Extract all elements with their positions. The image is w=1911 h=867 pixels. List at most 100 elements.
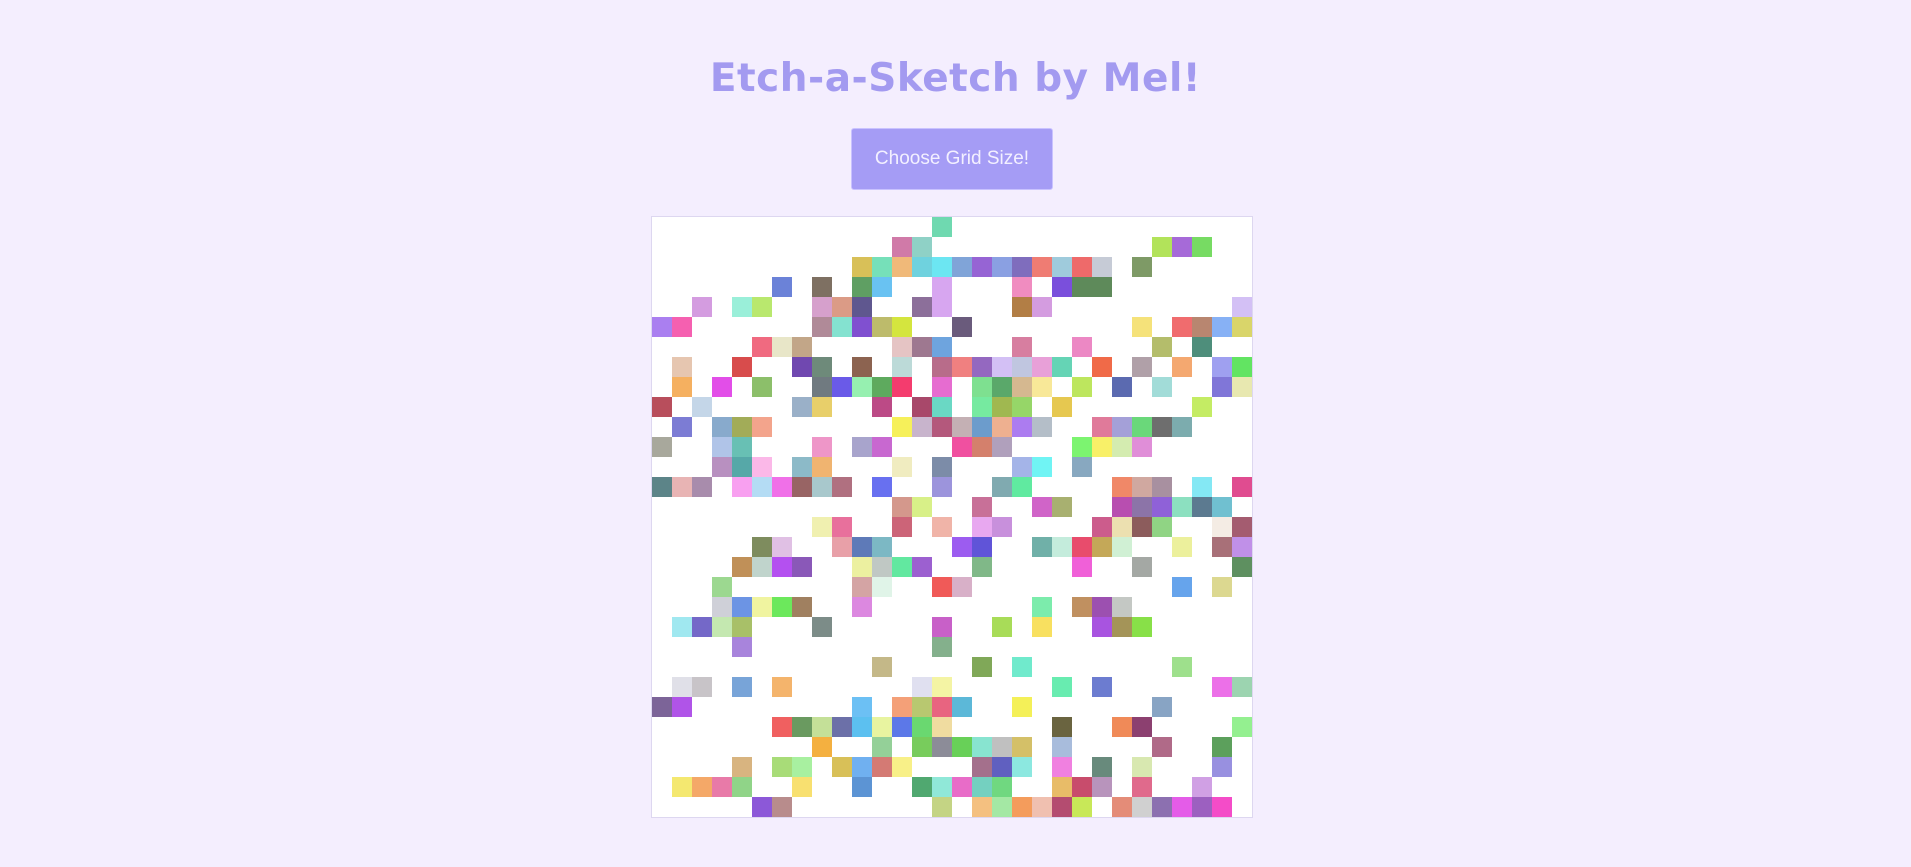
grid-cell[interactable]: [932, 317, 952, 337]
grid-cell[interactable]: [1172, 457, 1192, 477]
grid-cell[interactable]: [972, 297, 992, 317]
grid-cell[interactable]: [792, 417, 812, 437]
grid-cell[interactable]: [1152, 757, 1172, 777]
grid-cell[interactable]: [1112, 537, 1132, 557]
grid-cell[interactable]: [792, 277, 812, 297]
grid-cell[interactable]: [1092, 617, 1112, 637]
grid-cell[interactable]: [732, 397, 752, 417]
grid-cell[interactable]: [1172, 517, 1192, 537]
grid-cell[interactable]: [812, 797, 832, 817]
grid-cell[interactable]: [1172, 617, 1192, 637]
grid-cell[interactable]: [732, 337, 752, 357]
grid-cell[interactable]: [792, 677, 812, 697]
grid-cell[interactable]: [1012, 597, 1032, 617]
grid-cell[interactable]: [772, 297, 792, 317]
grid-cell[interactable]: [772, 377, 792, 397]
grid-cell[interactable]: [992, 457, 1012, 477]
grid-cell[interactable]: [672, 637, 692, 657]
grid-cell[interactable]: [932, 637, 952, 657]
grid-cell[interactable]: [1232, 797, 1252, 817]
grid-cell[interactable]: [832, 797, 852, 817]
grid-cell[interactable]: [1132, 437, 1152, 457]
grid-cell[interactable]: [872, 477, 892, 497]
grid-cell[interactable]: [1112, 357, 1132, 377]
grid-cell[interactable]: [792, 297, 812, 317]
grid-cell[interactable]: [1212, 777, 1232, 797]
grid-cell[interactable]: [932, 657, 952, 677]
grid-cell[interactable]: [1032, 717, 1052, 737]
grid-cell[interactable]: [772, 457, 792, 477]
grid-cell[interactable]: [672, 297, 692, 317]
grid-cell[interactable]: [1172, 357, 1192, 377]
grid-cell[interactable]: [1212, 337, 1232, 357]
grid-cell[interactable]: [1172, 597, 1192, 617]
grid-cell[interactable]: [1132, 277, 1152, 297]
grid-cell[interactable]: [792, 597, 812, 617]
grid-cell[interactable]: [952, 797, 972, 817]
grid-cell[interactable]: [932, 437, 952, 457]
grid-cell[interactable]: [692, 237, 712, 257]
grid-cell[interactable]: [892, 497, 912, 517]
grid-cell[interactable]: [1232, 617, 1252, 637]
grid-cell[interactable]: [952, 457, 972, 477]
grid-cell[interactable]: [972, 757, 992, 777]
grid-cell[interactable]: [1032, 617, 1052, 637]
grid-cell[interactable]: [1192, 797, 1212, 817]
grid-cell[interactable]: [672, 517, 692, 537]
grid-cell[interactable]: [1052, 597, 1072, 617]
grid-cell[interactable]: [1132, 417, 1152, 437]
grid-cell[interactable]: [932, 757, 952, 777]
grid-cell[interactable]: [992, 377, 1012, 397]
grid-cell[interactable]: [992, 797, 1012, 817]
grid-cell[interactable]: [832, 697, 852, 717]
grid-cell[interactable]: [672, 757, 692, 777]
grid-cell[interactable]: [1052, 497, 1072, 517]
grid-cell[interactable]: [1152, 257, 1172, 277]
grid-cell[interactable]: [1052, 297, 1072, 317]
grid-cell[interactable]: [752, 217, 772, 237]
grid-cell[interactable]: [792, 257, 812, 277]
grid-cell[interactable]: [1132, 377, 1152, 397]
grid-cell[interactable]: [912, 457, 932, 477]
grid-cell[interactable]: [1212, 257, 1232, 277]
grid-cell[interactable]: [952, 237, 972, 257]
grid-cell[interactable]: [1092, 677, 1112, 697]
grid-cell[interactable]: [652, 457, 672, 477]
grid-cell[interactable]: [652, 657, 672, 677]
grid-cell[interactable]: [1212, 457, 1232, 477]
grid-cell[interactable]: [652, 497, 672, 517]
grid-cell[interactable]: [1212, 637, 1232, 657]
grid-cell[interactable]: [1132, 737, 1152, 757]
grid-cell[interactable]: [792, 397, 812, 417]
grid-cell[interactable]: [872, 577, 892, 597]
grid-cell[interactable]: [792, 777, 812, 797]
grid-cell[interactable]: [772, 317, 792, 337]
grid-cell[interactable]: [1012, 277, 1032, 297]
grid-cell[interactable]: [912, 417, 932, 437]
grid-cell[interactable]: [752, 577, 772, 597]
grid-cell[interactable]: [1012, 657, 1032, 677]
grid-cell[interactable]: [1232, 357, 1252, 377]
grid-cell[interactable]: [1052, 397, 1072, 417]
grid-cell[interactable]: [1012, 697, 1032, 717]
grid-cell[interactable]: [832, 377, 852, 397]
grid-cell[interactable]: [872, 657, 892, 677]
grid-cell[interactable]: [1192, 637, 1212, 657]
grid-cell[interactable]: [1092, 797, 1112, 817]
grid-cell[interactable]: [992, 577, 1012, 597]
grid-cell[interactable]: [1072, 577, 1092, 597]
grid-cell[interactable]: [792, 437, 812, 457]
grid-cell[interactable]: [812, 577, 832, 597]
grid-cell[interactable]: [1132, 657, 1152, 677]
grid-cell[interactable]: [672, 697, 692, 717]
grid-cell[interactable]: [1192, 237, 1212, 257]
grid-cell[interactable]: [1032, 557, 1052, 577]
grid-cell[interactable]: [1052, 337, 1072, 357]
grid-cell[interactable]: [1012, 297, 1032, 317]
grid-cell[interactable]: [852, 317, 872, 337]
grid-cell[interactable]: [912, 557, 932, 577]
grid-cell[interactable]: [1112, 497, 1132, 517]
grid-cell[interactable]: [1032, 517, 1052, 537]
grid-cell[interactable]: [672, 337, 692, 357]
grid-cell[interactable]: [972, 477, 992, 497]
